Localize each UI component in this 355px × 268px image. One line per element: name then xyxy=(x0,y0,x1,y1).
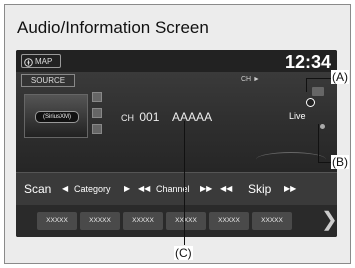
control-bar: Scan ◀ Category ▶ ◀◀ Channel ▶▶ ◀◀ Skip … xyxy=(16,172,337,206)
top-bar: MAP 12:34 xyxy=(16,50,337,72)
live-indicator-icon xyxy=(306,98,315,107)
decorative-arc xyxy=(256,152,326,167)
channel-next-icon[interactable]: ▶▶ xyxy=(200,184,212,193)
compass-icon xyxy=(24,57,33,67)
siriusxm-logo: (SiriusXM) xyxy=(35,111,79,123)
station-panel: SOURCE CH ► (SiriusXM) CH 001 AAAAA Live xyxy=(16,72,337,172)
callout-a-line-vertical xyxy=(306,78,307,92)
map-label: MAP xyxy=(35,57,53,66)
preset-button[interactable]: XXXXX xyxy=(209,212,249,230)
channel-box-icon xyxy=(312,87,324,96)
preset-button[interactable]: XXXXX xyxy=(252,212,292,230)
preset-bar: XXXXX XXXXX XXXXX XXXXX XXXXX XXXXX ❯ xyxy=(16,205,337,237)
map-button[interactable]: MAP xyxy=(21,54,61,68)
live-label: Live xyxy=(289,111,306,121)
skip-button[interactable]: Skip xyxy=(248,182,271,196)
callout-c-label: (C) xyxy=(174,246,193,260)
category-button[interactable]: Category xyxy=(74,184,111,194)
skip-prev-icon[interactable]: ◀◀ xyxy=(220,184,232,193)
preset-button[interactable]: XXXXX xyxy=(37,212,77,230)
preset-button[interactable]: XXXXX xyxy=(166,212,206,230)
preset-button[interactable]: XXXXX xyxy=(80,212,120,230)
callout-c-line xyxy=(184,121,185,245)
scan-button[interactable]: Scan xyxy=(24,182,51,196)
channel-info: CH 001 AAAAA xyxy=(121,110,212,124)
more-presets-chevron-icon[interactable]: ❯ xyxy=(321,209,337,231)
song-icon xyxy=(92,108,102,118)
channel-indicator: CH ► xyxy=(241,76,260,83)
source-button[interactable]: SOURCE xyxy=(21,74,75,87)
channel-number: 001 xyxy=(139,110,160,124)
callout-a-line xyxy=(306,78,334,79)
artist-icon xyxy=(92,92,102,102)
callout-a-label: (A) xyxy=(331,70,349,84)
channel-prev-icon[interactable]: ◀◀ xyxy=(138,184,150,193)
callout-b-bracket xyxy=(318,124,319,162)
channel-name: AAAAA xyxy=(172,110,213,124)
category-icon xyxy=(92,124,102,134)
audio-screen: MAP 12:34 SOURCE CH ► (SiriusXM) CH 001 … xyxy=(16,50,337,237)
clock: 12:34 xyxy=(284,52,331,72)
category-next-icon[interactable]: ▶ xyxy=(124,184,130,193)
skip-next-icon[interactable]: ▶▶ xyxy=(284,184,296,193)
category-prev-icon[interactable]: ◀ xyxy=(62,184,68,193)
figure-title: Audio/Information Screen xyxy=(17,18,209,37)
album-art: (SiriusXM) xyxy=(24,94,88,138)
signal-dot-icon xyxy=(320,124,325,129)
preset-button[interactable]: XXXXX xyxy=(123,212,163,230)
callout-b-label: (B) xyxy=(331,155,349,169)
channel-prefix: CH xyxy=(121,113,134,123)
